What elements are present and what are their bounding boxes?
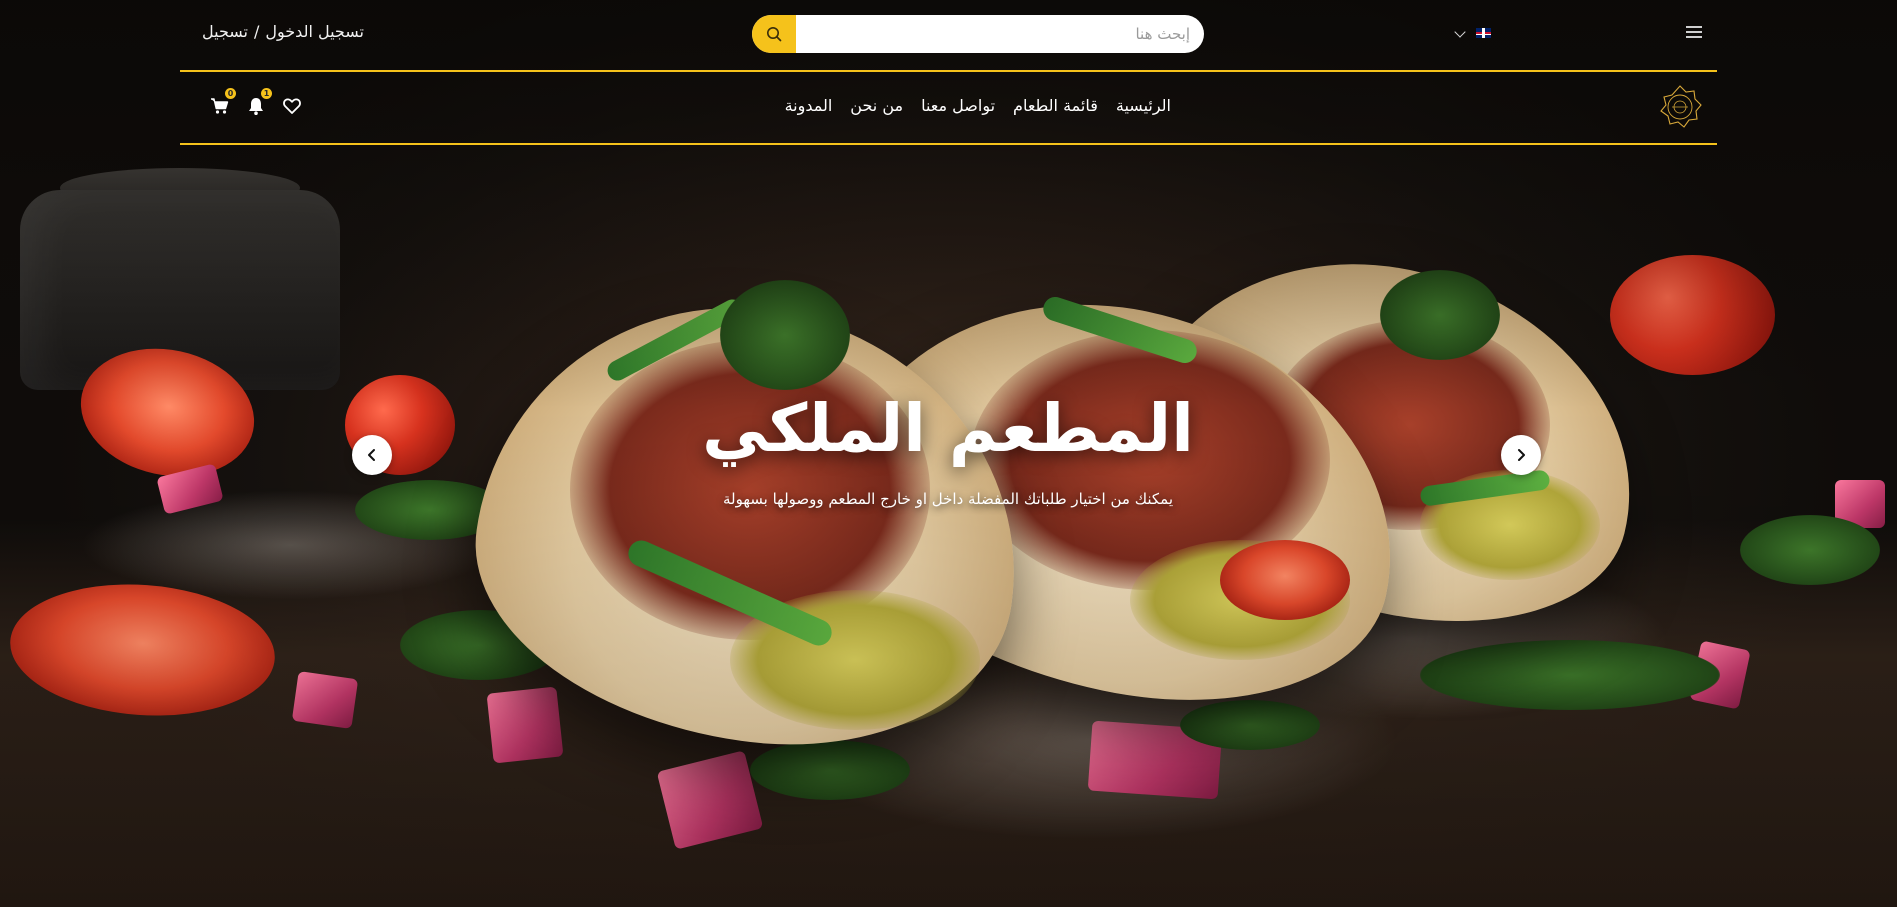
- nav-blog[interactable]: المدونة: [776, 95, 842, 117]
- search-bar: [752, 15, 1204, 53]
- nav-home[interactable]: الرئيسية: [1107, 95, 1180, 117]
- notifications-count-badge: 1: [261, 88, 272, 99]
- uk-flag-icon[interactable]: [1476, 28, 1491, 38]
- heart-icon: [283, 98, 301, 114]
- nav-contact[interactable]: تواصل معنا: [912, 95, 1004, 117]
- register-link[interactable]: تسجيل: [202, 22, 248, 41]
- login-link[interactable]: تسجيل الدخول: [265, 22, 364, 41]
- hamburger-menu-icon[interactable]: [1686, 26, 1702, 38]
- hero-title: المطعم الملكي: [702, 390, 1194, 467]
- cart-count-badge: 0: [225, 88, 236, 99]
- notifications-button[interactable]: 1: [246, 88, 272, 116]
- header-actions: 0 1: [210, 88, 302, 116]
- search-icon: [767, 27, 782, 42]
- cart-icon: [211, 98, 229, 114]
- search-button[interactable]: [752, 15, 796, 53]
- search-input[interactable]: [796, 15, 1204, 53]
- chevron-left-icon: [368, 449, 375, 461]
- chevron-right-icon: [1518, 449, 1525, 461]
- slider-prev-button[interactable]: [352, 435, 392, 475]
- page: تسجيل / تسجيل الدخول الرئيسية قائمة الطع…: [0, 0, 1897, 907]
- restaurant-logo[interactable]: [1657, 84, 1703, 130]
- cart-button[interactable]: 0: [210, 88, 236, 116]
- bell-icon: [249, 98, 263, 115]
- nav-menu[interactable]: قائمة الطعام: [1004, 95, 1107, 117]
- slider-next-button[interactable]: [1501, 435, 1541, 475]
- hero-subtitle: يمكنك من اختيار طلباتك المفضلة داخل او خ…: [722, 490, 1174, 508]
- nav-about[interactable]: من نحن: [841, 95, 912, 117]
- wishlist-button[interactable]: [282, 96, 302, 116]
- auth-links: تسجيل / تسجيل الدخول: [202, 22, 364, 41]
- nav-links: الرئيسية قائمة الطعام تواصل معنا من نحن …: [780, 95, 1180, 117]
- auth-separator: /: [254, 22, 260, 41]
